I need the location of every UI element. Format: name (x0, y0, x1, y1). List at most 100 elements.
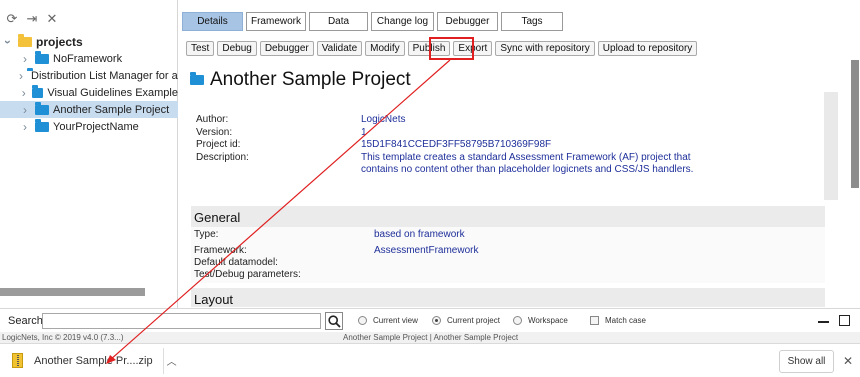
tree-root-projects[interactable]: › projects (0, 33, 178, 50)
scope-current-view[interactable]: Current view (358, 316, 418, 325)
maximize-icon[interactable] (839, 315, 850, 326)
tree-item[interactable]: › Distribution List Manager for ap (0, 67, 178, 84)
project-details: Another Sample Project Author: LogicNets… (182, 62, 848, 307)
validate-button[interactable]: Validate (316, 41, 363, 56)
debugger-button[interactable]: Debugger (259, 41, 314, 56)
search-button[interactable] (325, 312, 343, 330)
info-row-author: Author: LogicNets (196, 114, 701, 127)
general-row-test-params: Test/Debug parameters: (194, 269, 822, 281)
section-title: Layout (194, 292, 234, 307)
tree-item[interactable]: › Visual Guidelines Example (0, 84, 178, 101)
match-case-option[interactable]: Match case (590, 316, 646, 325)
sync-repository-button[interactable]: Sync with repository (495, 41, 595, 56)
tab-change-log[interactable]: Change log (371, 12, 434, 31)
radio-button[interactable] (432, 316, 441, 325)
tree-horizontal-scrollbar[interactable] (0, 288, 145, 296)
chevron-right-icon[interactable]: › (19, 52, 31, 66)
search-label: Search (8, 315, 43, 327)
scope-current-project[interactable]: Current project (432, 316, 500, 325)
tree-item-label: Distribution List Manager for ap (31, 69, 178, 82)
info-value: This template creates a standard Assessm… (361, 151, 694, 176)
info-value: LogicNets (361, 114, 406, 125)
chevron-right-icon[interactable]: › (19, 120, 31, 134)
info-value (374, 257, 714, 269)
page-title: Another Sample Project (190, 69, 411, 91)
general-rows: Type: based on framework Framework: Asse… (191, 227, 825, 283)
show-all-button[interactable]: Show all (779, 350, 834, 373)
project-tree-panel: ⟳ ⇥ ✕ › projects › NoFramework › Distrib… (0, 0, 178, 308)
info-label: Version: (196, 126, 233, 138)
folder-icon (32, 84, 44, 98)
chevron-down-icon[interactable]: › (1, 36, 15, 48)
tree-item-selected[interactable]: › Another Sample Project (0, 101, 178, 118)
radio-button[interactable] (513, 316, 522, 325)
tab-framework[interactable]: Framework (246, 12, 306, 31)
tree-item[interactable]: › NoFramework (0, 50, 178, 67)
tree-item[interactable]: › YourProjectName (0, 118, 178, 135)
tree-item-label: Visual Guidelines Example (47, 86, 178, 99)
match-case-checkbox[interactable] (590, 316, 599, 325)
tree-toolbar: ⟳ ⇥ ✕ (4, 10, 60, 28)
close-icon[interactable]: ✕ (44, 10, 60, 26)
status-bar: LogicNets, Inc © 2019 v4.0 (7.3...) Anot… (0, 332, 860, 343)
chevron-right-icon[interactable]: › (19, 103, 31, 117)
debug-button[interactable]: Debug (217, 41, 257, 56)
info-value: AssessmentFramework (374, 245, 479, 256)
search-bar: Search Current view Current project Work… (0, 308, 860, 332)
content-scrollbar[interactable] (824, 92, 838, 200)
tab-details[interactable]: Details (182, 12, 243, 31)
tab-debugger[interactable]: Debugger (437, 12, 498, 31)
info-label: Project id: (196, 139, 241, 150)
project-tree: › projects › NoFramework › Distribution … (0, 33, 178, 135)
general-row-datamodel: Default datamodel: (194, 257, 822, 269)
scope-label: Workspace (528, 316, 568, 325)
general-row-type: Type: based on framework (194, 229, 822, 241)
match-case-label: Match case (605, 316, 646, 325)
folder-icon (190, 72, 204, 85)
scope-workspace[interactable]: Workspace (513, 316, 568, 325)
scope-label: Current view (373, 316, 418, 325)
status-copyright: LogicNets, Inc © 2019 v4.0 (7.3...) (2, 333, 124, 342)
radio-button[interactable] (358, 316, 367, 325)
refresh-icon[interactable]: ⟳ (4, 10, 20, 26)
tab-tags[interactable]: Tags (501, 12, 563, 31)
close-icon[interactable]: ✕ (843, 354, 853, 368)
detail-tabs: Details Framework Data Change log Debugg… (182, 12, 563, 31)
modify-button[interactable]: Modify (365, 41, 405, 56)
info-value: 15D1F841CCEDF3FF58795B710369F98F (361, 139, 552, 150)
test-button[interactable]: Test (186, 41, 215, 56)
folder-icon (35, 118, 49, 132)
search-icon (327, 314, 341, 328)
folder-icon (35, 101, 49, 115)
general-section: General Type: based on framework Framewo… (191, 206, 825, 283)
info-value (374, 269, 714, 281)
zip-file-icon (12, 353, 23, 368)
project-info: Author: LogicNets Version: 1 Project id:… (196, 114, 701, 177)
tab-data[interactable]: Data (309, 12, 368, 31)
minimize-icon[interactable] (818, 321, 829, 323)
scope-label: Current project (447, 316, 500, 325)
status-project: Another Sample Project | Another Sample … (343, 333, 519, 342)
chevron-right-icon[interactable]: › (19, 86, 28, 100)
tree-root-label: projects (36, 34, 83, 49)
chevron-right-icon[interactable]: › (19, 69, 23, 83)
info-row-project-id: Project id: 15D1F841CCEDF3FF58795B710369… (196, 139, 701, 152)
chevron-up-icon[interactable]: ︿ (167, 353, 177, 368)
tree-item-label: Another Sample Project (53, 103, 170, 116)
info-label: Test/Debug parameters: (194, 269, 301, 280)
divider (163, 348, 164, 374)
tree-item-label: YourProjectName (53, 120, 139, 133)
info-row-version: Version: 1 (196, 127, 701, 140)
search-input[interactable] (42, 313, 321, 329)
info-label: Framework: (194, 245, 247, 256)
download-item[interactable]: Another Sample Pr....zip ︿ (12, 353, 177, 368)
info-label: Type: (194, 229, 219, 240)
layout-section: Layout (191, 288, 825, 307)
info-value: 1 (361, 126, 367, 138)
upload-repository-button[interactable]: Upload to repository (597, 41, 698, 56)
download-file-name: Another Sample Pr....zip (34, 354, 153, 367)
section-title: General (194, 210, 241, 225)
import-icon[interactable]: ⇥ (24, 10, 40, 26)
page-scrollbar[interactable] (851, 60, 859, 188)
folder-icon (35, 50, 49, 64)
